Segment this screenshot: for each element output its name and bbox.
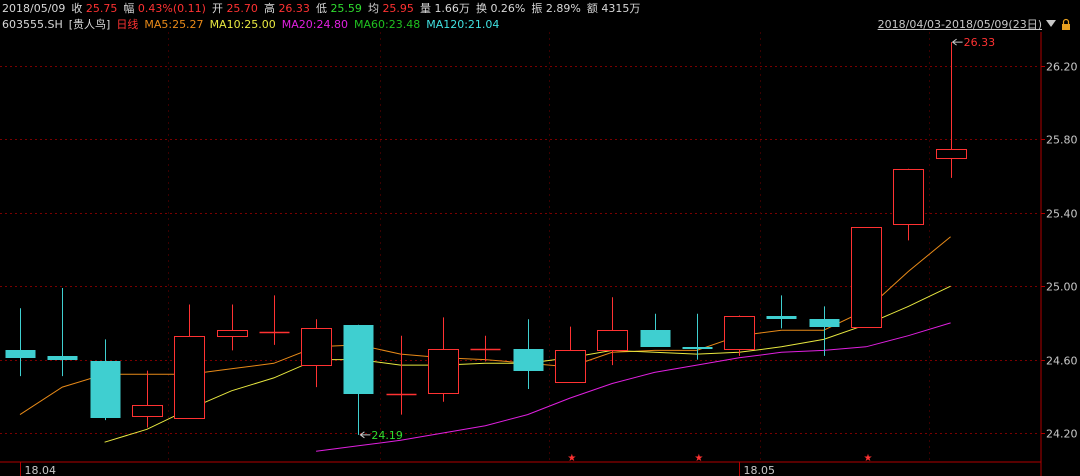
candle-body <box>724 316 755 350</box>
star-icon: ★ <box>694 453 703 464</box>
candle-body <box>555 350 586 383</box>
candle <box>682 313 713 360</box>
grid-layer <box>0 32 1040 462</box>
star-icon: ★ <box>864 453 873 464</box>
candle <box>217 304 248 351</box>
candle-body <box>90 361 121 418</box>
candle <box>428 317 459 402</box>
price-marker: 26.33 <box>951 36 996 49</box>
candles-layer <box>5 42 967 435</box>
y-tick-label: 25.80 <box>1046 134 1078 147</box>
y-tick-label: 26.20 <box>1046 61 1078 74</box>
candle <box>90 339 121 421</box>
x-tick-label: 18.05 <box>744 464 776 476</box>
candle <box>5 308 36 377</box>
price-marker: 24.19 <box>359 429 403 442</box>
candle <box>809 306 840 356</box>
kline-chart: 26.20 25.80 25.40 25.00 24.60 24.20 18.04 18.05… <box>0 32 1078 476</box>
annotation-layer: 26.33 24.19 ★ ★ ★ <box>359 36 996 464</box>
marker-label: 26.33 <box>964 36 996 49</box>
candle <box>386 335 417 415</box>
candle-body <box>809 319 840 327</box>
candle-body <box>597 330 628 351</box>
y-tick-label: 24.60 <box>1046 355 1078 368</box>
candle <box>893 168 924 241</box>
candle-body <box>893 169 924 225</box>
candle <box>555 326 586 383</box>
candle <box>259 295 290 345</box>
candle-body <box>47 356 78 360</box>
candle-body <box>132 405 163 417</box>
marker-arrow-icon <box>951 38 963 46</box>
candle-body <box>682 347 713 349</box>
candle-body <box>5 350 36 358</box>
candle-body <box>217 330 248 337</box>
candle <box>936 42 967 178</box>
y-tick-label: 24.20 <box>1046 428 1078 441</box>
candle-body <box>936 149 967 159</box>
y-tick-label: 25.40 <box>1046 208 1078 221</box>
candle <box>851 227 882 328</box>
marker-label: 24.19 <box>371 429 403 442</box>
candle <box>724 315 755 356</box>
candle <box>597 297 628 366</box>
candle <box>470 335 501 362</box>
candle <box>513 319 544 389</box>
candle <box>47 288 78 377</box>
y-tick-label: 25.00 <box>1046 281 1078 294</box>
candle-body <box>428 349 459 394</box>
candle <box>640 313 671 347</box>
candle-body <box>766 316 797 319</box>
candle-body <box>640 330 671 347</box>
candle <box>301 319 332 388</box>
candle <box>343 324 374 435</box>
star-icon: ★ <box>567 453 576 464</box>
candle <box>174 304 205 419</box>
marker-arrow-icon <box>359 431 371 439</box>
candle <box>132 370 163 428</box>
x-tick-label: 18.04 <box>25 464 57 476</box>
candle-body <box>513 349 544 371</box>
candle-body <box>851 227 882 328</box>
ma-line-ma20 <box>316 322 951 452</box>
candle-body <box>174 336 205 419</box>
candle-body <box>343 325 374 394</box>
candle <box>766 295 797 329</box>
candle-body <box>301 328 332 366</box>
